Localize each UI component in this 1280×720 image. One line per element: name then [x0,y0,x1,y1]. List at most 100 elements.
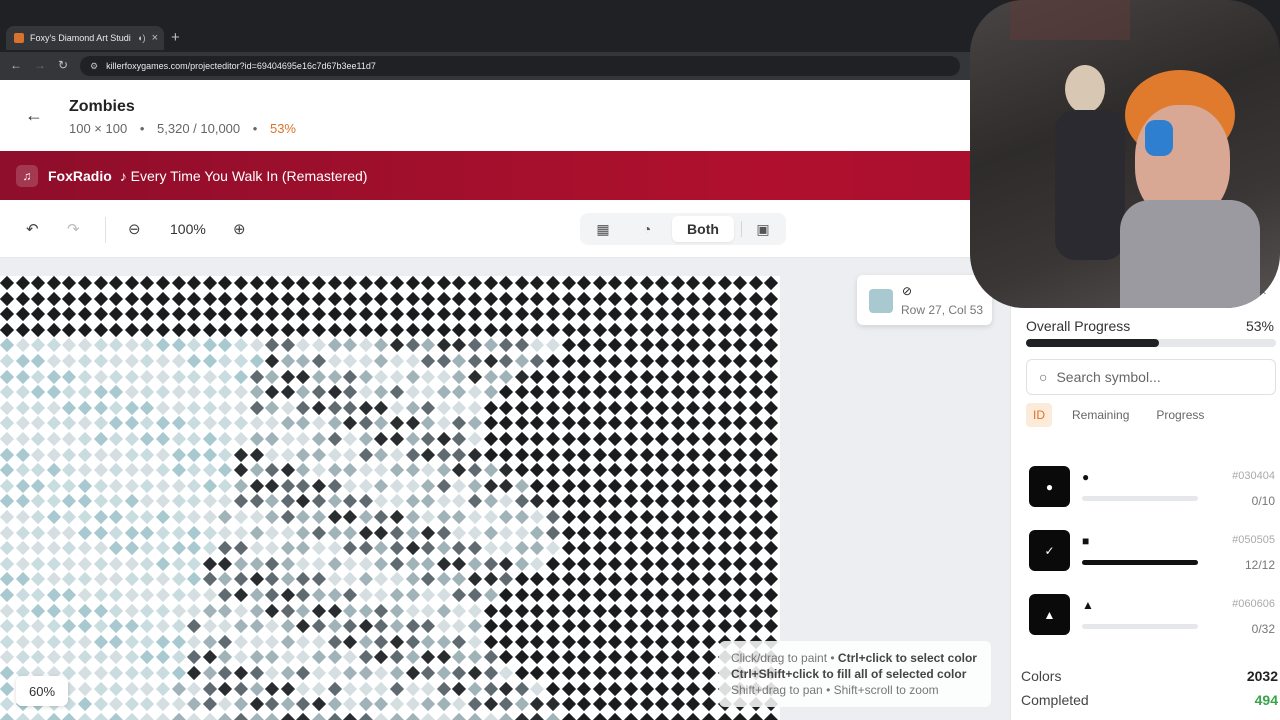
diamond-cell[interactable] [389,494,405,509]
diamond-cell[interactable] [218,338,233,353]
diamond-cell[interactable] [62,525,77,540]
diamond-cell[interactable] [405,478,420,493]
diamond-cell[interactable] [124,463,139,478]
diamond-cell[interactable] [701,681,717,696]
diamond-cell[interactable] [639,603,654,618]
diamond-cell[interactable] [171,400,186,415]
diamond-cell[interactable] [623,572,639,587]
diamond-cell[interactable] [374,494,389,509]
diamond-cell[interactable] [483,541,498,556]
diamond-cell[interactable] [202,634,217,649]
diamond-cell[interactable] [561,525,576,540]
diamond-cell[interactable] [467,478,483,493]
diamond-cell[interactable] [280,353,295,369]
diamond-cell[interactable] [280,697,295,712]
diamond-cell[interactable] [608,494,623,509]
diamond-cell[interactable] [140,494,155,509]
diamond-cell[interactable] [545,291,561,306]
diamond-cell[interactable] [655,416,670,431]
diamond-cell[interactable] [265,385,280,400]
diamond-cell[interactable] [686,556,701,571]
diamond-cell[interactable] [218,712,233,720]
diamond-cell[interactable] [311,697,327,712]
diamond-cell[interactable] [499,400,514,415]
diamond-cell[interactable] [31,525,46,540]
diamond-cell[interactable] [15,603,30,618]
diamond-cell[interactable] [218,665,233,681]
diamond-cell[interactable] [296,463,311,478]
diamond-cell[interactable] [733,572,748,587]
diamond-cell[interactable] [62,338,77,353]
diamond-cell[interactable] [327,400,342,415]
diamond-cell[interactable] [343,338,358,353]
diamond-cell[interactable] [280,275,295,291]
diamond-cell[interactable] [0,431,15,447]
diamond-cell[interactable] [140,322,155,337]
diamond-cell[interactable] [280,307,295,322]
diamond-cell[interactable] [155,463,171,478]
diamond-cell[interactable] [530,307,545,322]
diamond-cell[interactable] [124,369,139,384]
diamond-cell[interactable] [483,322,498,337]
diamond-cell[interactable] [733,369,748,384]
diamond-cell[interactable] [327,681,342,696]
diamond-cell[interactable] [140,353,155,369]
diamond-cell[interactable] [467,603,483,618]
diamond-cell[interactable] [311,712,327,720]
diamond-cell[interactable] [218,619,233,634]
diamond-cell[interactable] [608,275,623,291]
diamond-cell[interactable] [140,712,155,720]
diamond-cell[interactable] [93,494,108,509]
diamond-cell[interactable] [249,697,264,712]
diamond-cell[interactable] [592,416,607,431]
diamond-cell[interactable] [202,291,217,306]
diamond-cell[interactable] [124,275,139,291]
diamond-cell[interactable] [686,369,701,384]
diamond-cell[interactable] [452,712,467,720]
diamond-cell[interactable] [764,275,779,291]
diamond-cell[interactable] [436,525,451,540]
diamond-cell[interactable] [124,338,139,353]
diamond-cell[interactable] [358,619,373,634]
diamond-cell[interactable] [171,431,186,447]
diamond-cell[interactable] [561,431,576,447]
diamond-cell[interactable] [670,431,685,447]
diamond-cell[interactable] [655,322,670,337]
diamond-cell[interactable] [639,416,654,431]
diamond-cell[interactable] [545,400,561,415]
diamond-cell[interactable] [733,400,748,415]
diamond-cell[interactable] [187,416,202,431]
diamond-cell[interactable] [639,400,654,415]
diamond-cell[interactable] [467,447,483,462]
diamond-cell[interactable] [452,650,467,665]
diamond-cell[interactable] [140,665,155,681]
diamond-cell[interactable] [0,665,15,681]
diamond-cell[interactable] [686,665,701,681]
diamond-cell[interactable] [686,416,701,431]
diamond-cell[interactable] [748,338,763,353]
diamond-cell[interactable] [764,385,779,400]
diamond-cell[interactable] [733,353,748,369]
diamond-cell[interactable] [140,697,155,712]
diamond-cell[interactable] [655,509,670,525]
diamond-cell[interactable] [202,463,217,478]
diamond-cell[interactable] [733,619,748,634]
diamond-cell[interactable] [514,634,529,649]
diamond-cell[interactable] [405,338,420,353]
diamond-cell[interactable] [124,416,139,431]
diamond-cell[interactable] [592,572,607,587]
diamond-cell[interactable] [327,338,342,353]
diamond-cell[interactable] [343,619,358,634]
diamond-cell[interactable] [701,447,717,462]
diamond-cell[interactable] [452,634,467,649]
diamond-cell[interactable] [46,525,61,540]
diamond-cell[interactable] [452,307,467,322]
diamond-cell[interactable] [733,463,748,478]
diamond-cell[interactable] [608,697,623,712]
diamond-cell[interactable] [233,619,249,634]
diamond-cell[interactable] [140,447,155,462]
diamond-cell[interactable] [686,338,701,353]
diamond-cell[interactable] [530,697,545,712]
diamond-cell[interactable] [15,291,30,306]
diamond-cell[interactable] [608,525,623,540]
